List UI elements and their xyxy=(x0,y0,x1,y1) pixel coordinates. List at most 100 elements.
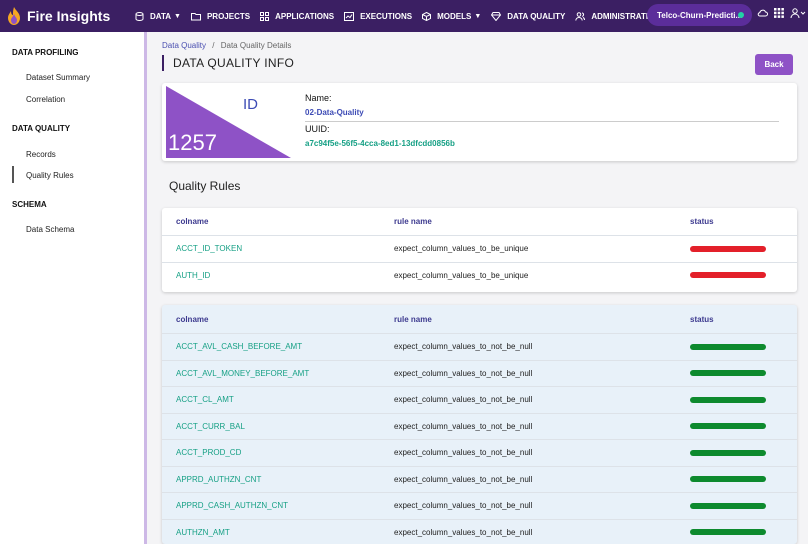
breadcrumb-separator: / xyxy=(212,41,215,50)
id-label: ID xyxy=(243,96,258,113)
uuid-value: a7c94f5e-56f5-4cca-8ed1-13dfcdd0856b xyxy=(305,139,455,148)
sidebar-divider xyxy=(144,32,147,544)
rule-name: expect_column_values_to_not_be_null xyxy=(394,368,533,378)
nav-label: DATA xyxy=(150,11,172,21)
nav-data[interactable]: DATA ▼ xyxy=(130,11,186,21)
flame-logo-icon xyxy=(8,7,20,25)
status-bar-pass xyxy=(690,449,766,456)
sidebar: DATA PROFILING Dataset Summary Correlati… xyxy=(0,32,144,544)
status-bar-pass xyxy=(690,370,766,377)
chart-icon xyxy=(344,11,357,21)
nav-label: MODELS xyxy=(437,11,472,21)
colname-link[interactable]: ACCT_ID_TOKEN xyxy=(176,244,242,253)
page-title: DATA QUALITY INFO xyxy=(162,55,294,71)
status-bar-pass xyxy=(690,343,766,350)
nav-executions[interactable]: EXECUTIONS xyxy=(339,11,417,21)
colname-link[interactable]: APPRD_AUTHZN_CNT xyxy=(176,475,261,484)
nav-label: DATA QUALITY xyxy=(507,11,566,21)
sidebar-item-dataset-summary[interactable]: Dataset Summary xyxy=(26,73,90,82)
sidebar-section-data-profiling: DATA PROFILING xyxy=(12,48,79,57)
sidebar-item-quality-rules[interactable]: Quality Rules xyxy=(26,171,74,180)
colname-link[interactable]: ACCT_AVL_MONEY_BEFORE_AMT xyxy=(176,369,309,378)
status-bar-pass xyxy=(690,423,766,430)
sidebar-item-correlation[interactable]: Correlation xyxy=(26,95,65,104)
table-row: AUTH_ID expect_column_values_to_be_unique xyxy=(162,261,797,289)
nav-label: APPLICATIONS xyxy=(275,11,335,21)
table-row: ACCT_CL_AMT expect_column_values_to_not_b… xyxy=(162,386,797,413)
folder-icon xyxy=(190,12,204,21)
quality-rules-heading: Quality Rules xyxy=(169,179,241,193)
header-rule-name: rule name xyxy=(394,217,432,226)
info-divider xyxy=(305,121,779,122)
grid-icon xyxy=(260,11,272,21)
colname-link[interactable]: ACCT_CURR_BAL xyxy=(176,422,245,431)
colname-link[interactable]: ACCT_CL_AMT xyxy=(176,395,234,404)
sidebar-item-data-schema[interactable]: Data Schema xyxy=(26,225,74,234)
rule-name: expect_column_values_to_not_be_null xyxy=(394,448,533,458)
table-row: ACCT_PROD_CD expect_column_values_to_not_… xyxy=(162,439,797,466)
database-icon xyxy=(135,11,147,21)
colname-link[interactable]: ACCT_AVL_CASH_BEFORE_AMT xyxy=(176,342,302,351)
caret-down-icon: ▼ xyxy=(474,12,482,20)
nav-models[interactable]: MODELS ▼ xyxy=(417,11,486,21)
name-label: Name: xyxy=(305,93,332,103)
sidebar-active-indicator xyxy=(12,166,14,183)
nav-applications[interactable]: APPLICATIONS xyxy=(255,11,339,21)
project-status-dot xyxy=(738,12,744,18)
colname-link[interactable]: AUTHZN_AMT xyxy=(176,528,230,537)
nav-label: EXECUTIONS xyxy=(360,11,413,21)
caret-down-icon: ▼ xyxy=(174,12,181,20)
sidebar-item-records[interactable]: Records xyxy=(26,150,56,159)
nav-label: PROJECTS xyxy=(206,11,251,21)
passed-rules-table: colname rule name status ACCT_AVL_CASH_B… xyxy=(162,305,797,544)
diamond-icon xyxy=(491,11,504,21)
rule-name: expect_column_values_to_be_unique xyxy=(394,270,529,280)
status-bar-pass xyxy=(690,476,766,483)
id-value: 1257 xyxy=(168,130,217,155)
header-colname: colname xyxy=(176,217,209,226)
status-bar-pass xyxy=(690,502,766,509)
sidebar-section-data-quality: DATA QUALITY xyxy=(12,124,71,133)
user-menu-icon[interactable] xyxy=(790,8,806,18)
header-status: status xyxy=(690,314,714,324)
table-row: APPRD_CASH_AUTHZN_CNT expect_column_value… xyxy=(162,492,797,519)
rule-name: expect_column_values_to_not_be_null xyxy=(394,527,533,537)
cloud-icon[interactable] xyxy=(757,8,768,18)
colname-link[interactable]: ACCT_PROD_CD xyxy=(176,448,241,457)
apps-grid-icon[interactable] xyxy=(774,8,784,18)
nav-projects[interactable]: PROJECTS xyxy=(186,12,255,21)
rule-name: expect_column_values_to_not_be_null xyxy=(394,474,533,484)
failed-rules-table: colname rule name status ACCT_ID_TOKENex… xyxy=(162,208,797,292)
project-name: Telco-Churn-Predicti... xyxy=(657,10,743,20)
rule-name: expect_column_values_to_not_be_null xyxy=(394,395,533,405)
users-icon xyxy=(575,11,588,21)
nav-data-quality[interactable]: DATA QUALITY xyxy=(486,11,570,21)
sidebar-section-schema: SCHEMA xyxy=(12,200,47,209)
main-nav: DATA ▼ PROJECTS APPLICATIONS EXECUTIONS MODEL… xyxy=(130,11,665,21)
table-row: ACCT_CURR_BAL expect_column_values_to_not… xyxy=(162,412,797,440)
table-header: colname rule name status xyxy=(162,305,797,333)
table-row: APPRD_AUTHZN_CNT expect_column_values_to_… xyxy=(162,465,797,493)
rule-name: expect_column_values_to_be_unique xyxy=(394,244,529,254)
status-bar-fail xyxy=(690,245,766,252)
status-bar-fail xyxy=(690,272,766,279)
header-status: status xyxy=(690,217,714,226)
status-bar-pass xyxy=(690,529,766,536)
brand[interactable]: Fire Insights xyxy=(0,7,124,25)
header-rule-name: rule name xyxy=(394,314,432,324)
breadcrumb-data-quality[interactable]: Data Quality xyxy=(162,41,206,50)
top-navbar: Fire Insights DATA ▼ PROJECTS APPLICATIONS E… xyxy=(0,0,808,32)
app-title: Fire Insights xyxy=(27,8,111,24)
status-bar-pass xyxy=(690,396,766,403)
back-button[interactable]: Back xyxy=(755,54,793,75)
rule-name: expect_column_values_to_not_be_null xyxy=(394,501,533,511)
table-row: ACCT_AVL_MONEY_BEFORE_AMT expect_column_v… xyxy=(162,359,797,387)
rule-name: expect_column_values_to_not_be_null xyxy=(394,342,533,352)
project-selector[interactable]: Telco-Churn-Predicti... xyxy=(647,4,752,26)
rule-name: expect_column_values_to_not_be_null xyxy=(394,421,533,431)
colname-link[interactable]: APPRD_CASH_AUTHZN_CNT xyxy=(176,501,288,510)
table-header: colname rule name status xyxy=(162,208,797,235)
colname-link[interactable]: AUTH_ID xyxy=(176,271,210,280)
uuid-label: UUID: xyxy=(305,124,330,134)
cube-icon xyxy=(422,11,434,21)
